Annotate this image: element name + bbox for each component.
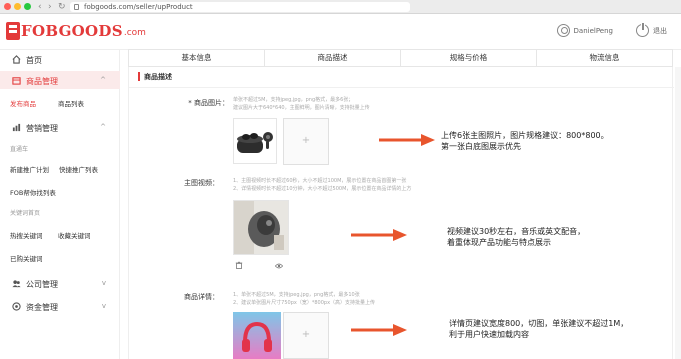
product-image-thumbnail[interactable] [233, 118, 277, 164]
detail-note-line-1: 详情页建议宽度800，切图，单张建议不超过1M， [449, 319, 629, 328]
logo-text: FOBGOODS [21, 22, 123, 40]
sidebar-item-new-promo[interactable]: 新建推广计划 [10, 164, 49, 174]
product-images-hint-2: 建议图片大于640*640，主图鲜明，图片清晰，支持批量上传 [233, 105, 370, 111]
logo-icon [6, 22, 20, 40]
sidebar-item-label: 营销管理 [26, 124, 58, 133]
divider [129, 87, 674, 88]
product-detail-hint-2: 2、建议单张图片尺寸750px（宽）*800px（高）支持批量上传 [233, 300, 376, 306]
sidebar-item-fav-keywords[interactable]: 收藏关键词 [58, 230, 91, 240]
sidebar: 首页 商品管理 ^ 发布商品 商品列表 营销管理 ^ 直通车 新建推广计划 快捷… [0, 50, 120, 359]
sidebar-item-fob-keywords[interactable]: FOB帮你找列表 [10, 187, 56, 197]
main-video-label: 主图视频： [184, 179, 219, 187]
logo[interactable]: FOBGOODS .com [6, 22, 146, 40]
arrow-right-icon [351, 324, 407, 336]
video-note-line-1: 视频建议30秒左右，音乐或英文配音， [447, 227, 586, 236]
main-video-hint-1: 1、主图视频时长不超过60秒，大小不超过100M，展示位置在商品首图第一张 [233, 178, 407, 184]
chart-bars-icon [12, 123, 21, 132]
main-content: 商品描述 * 商品图片： 单张不超过5M，支持jpeg,jpg，png格式，最多… [128, 67, 674, 359]
forward-arrow-icon[interactable]: › [48, 1, 52, 13]
sidebar-item-home[interactable]: 首页 [0, 52, 120, 66]
product-images-hint-1: 单张不超过5M，支持jpeg,jpg，png格式，最多6张； [233, 97, 354, 103]
sidebar-item-product-list[interactable]: 商品列表 [58, 98, 84, 108]
arrow-right-icon [351, 229, 407, 241]
chevron-down-icon: v [101, 279, 106, 287]
sidebar-item-bought-keywords[interactable]: 已购关键词 [10, 253, 43, 263]
product-detail-hint-1: 1、单张不超过5M，支持jpeg,jpg，png格式，最多10张 [233, 292, 360, 298]
headphones-product-image [233, 312, 281, 359]
product-box-icon [12, 77, 21, 85]
tab-basic-info[interactable]: 基本信息 [129, 50, 265, 66]
step-tabs: 基本信息 商品描述 规格与价格 物流信息 [128, 49, 673, 67]
chevron-down-icon: v [101, 302, 106, 310]
sidebar-item-label: 资金管理 [26, 303, 58, 312]
product-detail-label: 商品详情： [184, 293, 219, 301]
video-thumbnail[interactable] [233, 200, 289, 255]
sidebar-item-publish[interactable]: 发布商品 [10, 98, 36, 108]
user-name: DanielPeng [573, 26, 613, 35]
add-image-button[interactable]: + [283, 118, 329, 165]
sidebar-item-label: 公司管理 [26, 280, 58, 289]
add-detail-image-button[interactable]: + [283, 312, 329, 359]
lock-icon [74, 4, 79, 10]
video-preview-image [234, 201, 288, 254]
back-arrow-icon[interactable]: ‹ [38, 1, 42, 13]
logo-suffix: .com [123, 28, 146, 38]
sidebar-item-label: 首页 [26, 56, 42, 65]
images-note-line-1: 上传6张主图照片，图片规格建议：800*800。 [441, 131, 609, 140]
minimize-window-button[interactable] [14, 3, 21, 10]
sidebar-item-funds[interactable]: 资金管理 v [0, 298, 120, 314]
tab-product-description[interactable]: 商品描述 [265, 50, 401, 66]
user-menu[interactable]: DanielPeng [556, 24, 613, 37]
company-users-icon [12, 280, 21, 288]
logout-button[interactable]: 退出 [636, 22, 667, 37]
logout-label: 退出 [653, 26, 667, 35]
sidebar-item-hot-keywords[interactable]: 热搜关键词 [10, 230, 43, 240]
arrow-right-icon [379, 134, 435, 146]
sidebar-item-label: 商品管理 [26, 77, 58, 86]
reload-icon[interactable]: ↻ [58, 1, 66, 13]
trash-icon[interactable] [235, 261, 243, 269]
user-avatar-icon [556, 24, 570, 37]
tab-spec-price[interactable]: 规格与价格 [401, 50, 537, 66]
section-marker [138, 72, 140, 81]
app-header: FOBGOODS .com DanielPeng 退出 [0, 14, 681, 50]
sidebar-item-company[interactable]: 公司管理 v [0, 275, 120, 291]
main-video-hint-2: 2、详情视频时长不超过10分钟，大小不超过500M，展示位置在商品详情的上方 [233, 186, 412, 192]
power-icon [636, 22, 649, 37]
eye-icon[interactable] [275, 262, 283, 270]
sidebar-group-keyword-mall: 关键词首页 [10, 210, 41, 217]
images-note-line-2: 第一张白底图展示优先 [441, 142, 521, 151]
home-icon [12, 55, 21, 64]
zoom-window-button[interactable] [24, 3, 31, 10]
funds-coin-icon [12, 302, 21, 311]
sidebar-group-direct-car: 直通车 [10, 146, 29, 153]
sidebar-item-marketing[interactable]: 营销管理 ^ [0, 119, 120, 135]
close-window-button[interactable] [4, 3, 11, 10]
browser-toolbar: ‹ › ↻ fobgoods.com/seller/upProduct [0, 0, 681, 14]
chevron-up-icon: ^ [100, 76, 106, 84]
tab-logistics[interactable]: 物流信息 [537, 50, 672, 66]
video-note-line-2: 着重体现产品功能与特点展示 [447, 238, 551, 247]
plus-icon: + [301, 329, 311, 340]
sidebar-item-quick-promo[interactable]: 快捷推广列表 [59, 164, 98, 174]
section-title: 商品描述 [144, 73, 172, 81]
address-bar[interactable]: fobgoods.com/seller/upProduct [70, 2, 410, 12]
earbuds-product-image [234, 119, 276, 163]
detail-image-thumbnail[interactable] [233, 312, 281, 359]
window-controls [4, 3, 31, 10]
address-url: fobgoods.com/seller/upProduct [84, 3, 193, 11]
detail-note-line-2: 利于用户快速加载内容 [449, 330, 529, 339]
plus-icon: + [301, 135, 311, 146]
chevron-up-icon: ^ [100, 123, 106, 131]
product-images-label: * 商品图片： [188, 99, 229, 107]
sidebar-item-product-mgmt[interactable]: 商品管理 ^ [0, 71, 120, 89]
scrollbar[interactable] [675, 67, 681, 359]
